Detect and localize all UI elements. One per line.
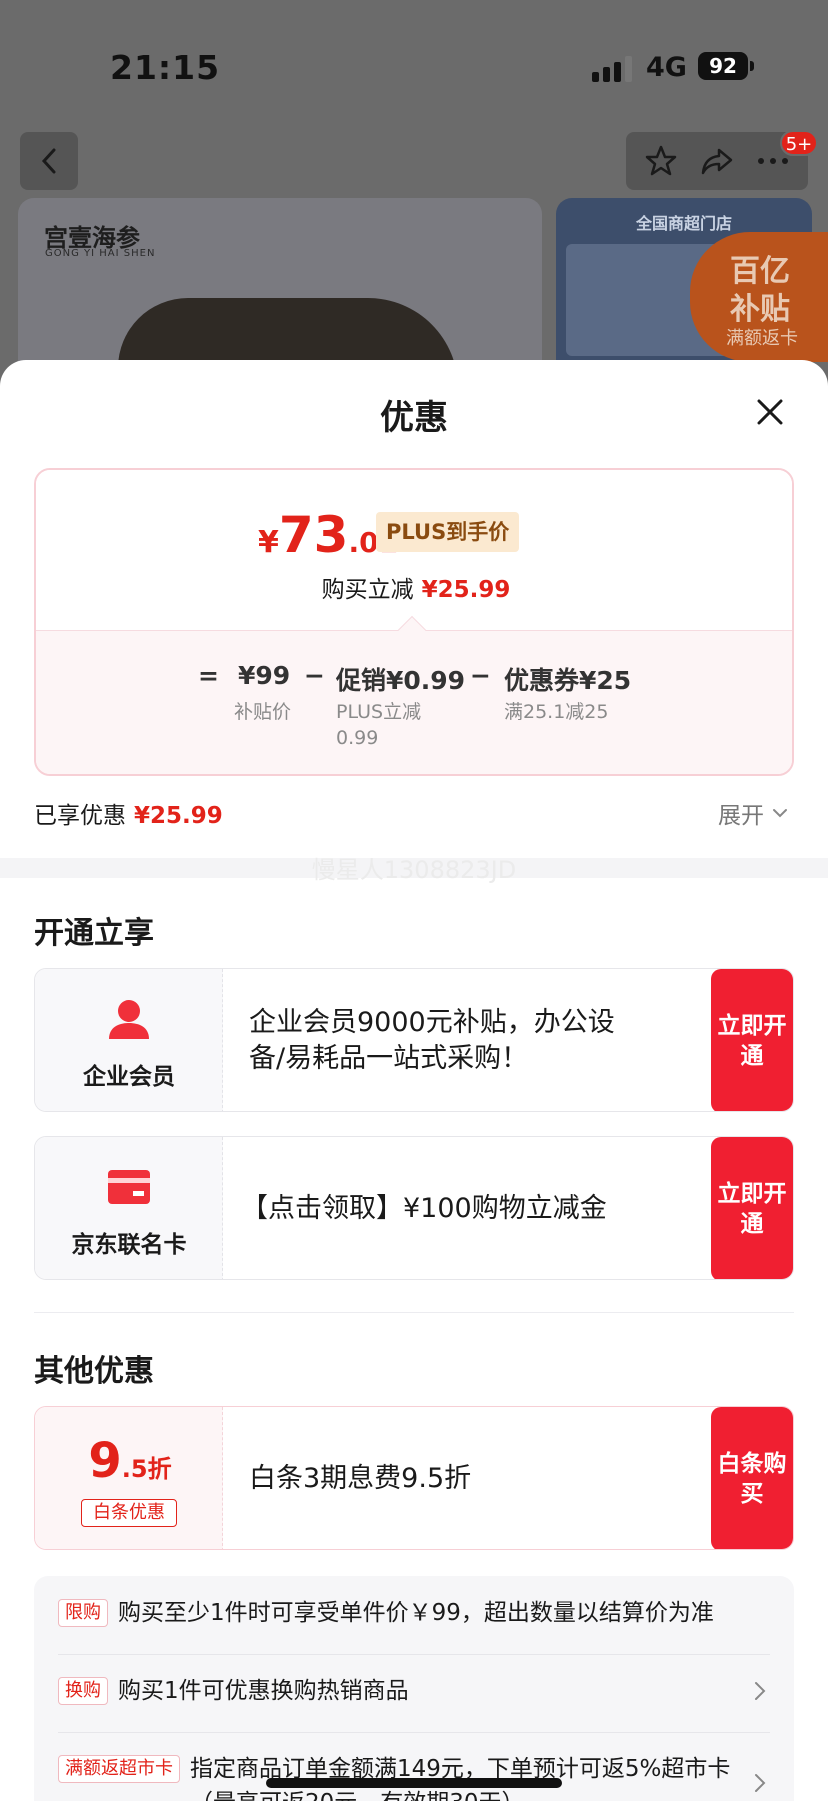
promo-text: 【点击领取】¥100购物立减金 <box>241 1193 607 1224</box>
chevron-right-icon <box>755 1682 766 1700</box>
battery-tip <box>750 61 754 71</box>
info-text: 指定商品订单金额满149元，下单预计可返5%超市卡（最高可返20元，有效期30天… <box>190 1756 731 1801</box>
expand-label: 展开 <box>718 803 764 829</box>
status-time: 21:15 <box>110 48 221 87</box>
base-price-label: 补贴价 <box>234 701 292 723</box>
promo-left: 京东联名卡 <box>35 1137 223 1279</box>
promo-enterprise-member[interactable]: 企业会员 企业会员9000元补贴，办公设备/易耗品一站式采购！ 立即开通 <box>34 968 794 1112</box>
other-section-title: 其他优惠 <box>34 1354 154 1389</box>
network-type: 4G <box>646 52 687 83</box>
instant-reduce-amount: ¥25.99 <box>421 577 511 603</box>
discount-sheet: 优惠 ¥ 73 .01 PLUS到手价 购买立减 ¥25.99 = ¥99 补贴价… <box>0 360 828 1801</box>
expand-button[interactable]: 展开 <box>718 796 788 830</box>
enjoyed-amount: ¥25.99 <box>134 803 223 829</box>
discount-rate-big: 9 <box>88 1433 122 1489</box>
instant-reduce-label: 购买立减 <box>321 577 414 603</box>
home-indicator[interactable] <box>266 1778 562 1788</box>
promo-baitiao[interactable]: 9.5折 白条优惠 白条3期息费9.5折 白条购买 <box>34 1406 794 1550</box>
enjoyed-discount: 已享优惠 ¥25.99 <box>34 796 223 830</box>
more-icon[interactable] <box>756 156 790 166</box>
chevron-left-icon <box>41 148 56 174</box>
background-page: 21:15 4G 92 5+ 宫壹海参 GONG YI HAI SHEN 全国商… <box>0 0 828 428</box>
promo-text: 白条3期息费9.5折 <box>249 1463 472 1494</box>
status-bar: 21:15 4G 92 <box>0 0 828 130</box>
price-currency: ¥ <box>258 525 279 560</box>
coupon-label: 满25.1减25 <box>504 701 609 723</box>
info-text: 购买1件可优惠换购热销商品 <box>118 1678 409 1704</box>
star-icon[interactable] <box>644 144 678 178</box>
store-card-title: 全国商超门店 <box>635 214 732 233</box>
purchase-info-list: 限购 购买至少1件时可享受单件价￥99，超出数量以结算价为准 换购 购买1件可优… <box>34 1576 794 1801</box>
baitiao-buy-button[interactable]: 白条购买 <box>711 1407 793 1549</box>
subsidy-badge[interactable]: 百亿 补贴 满额返卡 <box>690 232 828 362</box>
base-price: ¥99 <box>238 661 291 690</box>
chevron-down-icon <box>773 809 787 818</box>
info-text: 购买至少1件时可享受单件价￥99，超出数量以结算价为准 <box>118 1600 714 1626</box>
info-separator <box>58 1654 770 1655</box>
promo-label: PLUS立减 0.99 <box>336 701 422 749</box>
chevron-right-icon <box>755 1774 766 1792</box>
price-breakdown: = ¥99 补贴价 − 促销¥0.99 PLUS立减 0.99 − 优惠券¥25… <box>36 630 792 774</box>
back-button[interactable] <box>20 132 78 190</box>
watermark: 慢星人1308823JD <box>311 856 517 884</box>
enjoyed-label: 已享优惠 <box>34 803 126 829</box>
discount-rate-small: .5折 <box>121 1455 172 1483</box>
open-now-button[interactable]: 立即开通 <box>711 969 793 1111</box>
promo-left: 企业会员 <box>35 969 223 1111</box>
info-tag: 换购 <box>58 1677 108 1705</box>
info-row-supermarket-card[interactable]: 满额返超市卡 指定商品订单金额满149元，下单预计可返5%超市卡（最高可返20元… <box>58 1752 770 1801</box>
info-row-limit: 限购 购买至少1件时可享受单件价￥99，超出数量以结算价为准 <box>58 1596 770 1630</box>
brand-subtitle: GONG YI HAI SHEN <box>45 248 156 259</box>
info-tag: 满额返超市卡 <box>58 1755 180 1783</box>
plus-price-tag: PLUS到手价 <box>376 512 520 552</box>
price-integer: 73 <box>278 506 349 564</box>
promo-jd-cobrand-card[interactable]: 京东联名卡 【点击领取】¥100购物立减金 立即开通 <box>34 1136 794 1280</box>
signal-icon <box>592 56 634 82</box>
card-icon <box>108 1170 150 1204</box>
minus-sign: − <box>304 661 325 690</box>
info-row-exchange[interactable]: 换购 购买1件可优惠换购热销商品 <box>58 1674 770 1708</box>
sheet-title: 优惠 <box>380 398 448 438</box>
open-section-title: 开通立享 <box>34 916 154 951</box>
info-separator <box>58 1732 770 1733</box>
instant-reduce: 购买立减 ¥25.99 <box>36 570 792 604</box>
subsidy-line2: 补贴 <box>730 292 790 327</box>
promo-label: 京东联名卡 <box>71 1232 187 1258</box>
promo-left: 9.5折 白条优惠 <box>35 1407 223 1549</box>
baitiao-tag: 白条优惠 <box>81 1499 177 1527</box>
equals-sign: = <box>198 661 219 690</box>
price-summary-card: ¥ 73 .01 PLUS到手价 购买立减 ¥25.99 = ¥99 补贴价 − … <box>34 468 794 776</box>
discount-rate: 9.5折 <box>85 1433 175 1489</box>
close-icon[interactable] <box>752 394 788 430</box>
subsidy-line3: 满额返卡 <box>726 328 798 349</box>
share-icon[interactable] <box>699 144 735 178</box>
user-icon <box>109 1000 149 1039</box>
section-separator <box>34 1312 794 1313</box>
info-tag: 限购 <box>58 1599 108 1627</box>
minus-sign-2: − <box>470 661 491 690</box>
promo-label: 企业会员 <box>83 1064 175 1090</box>
price-top: ¥ 73 .01 PLUS到手价 购买立减 ¥25.99 <box>36 470 792 630</box>
battery-icon: 92 <box>698 52 748 80</box>
open-now-button[interactable]: 立即开通 <box>711 1137 793 1279</box>
message-count-badge: 5+ <box>780 130 818 156</box>
coupon-value: 优惠券¥25 <box>504 666 632 695</box>
promo-value: 促销¥0.99 <box>336 666 466 695</box>
promo-text: 企业会员9000元补贴，办公设备/易耗品一站式采购！ <box>249 1007 615 1074</box>
